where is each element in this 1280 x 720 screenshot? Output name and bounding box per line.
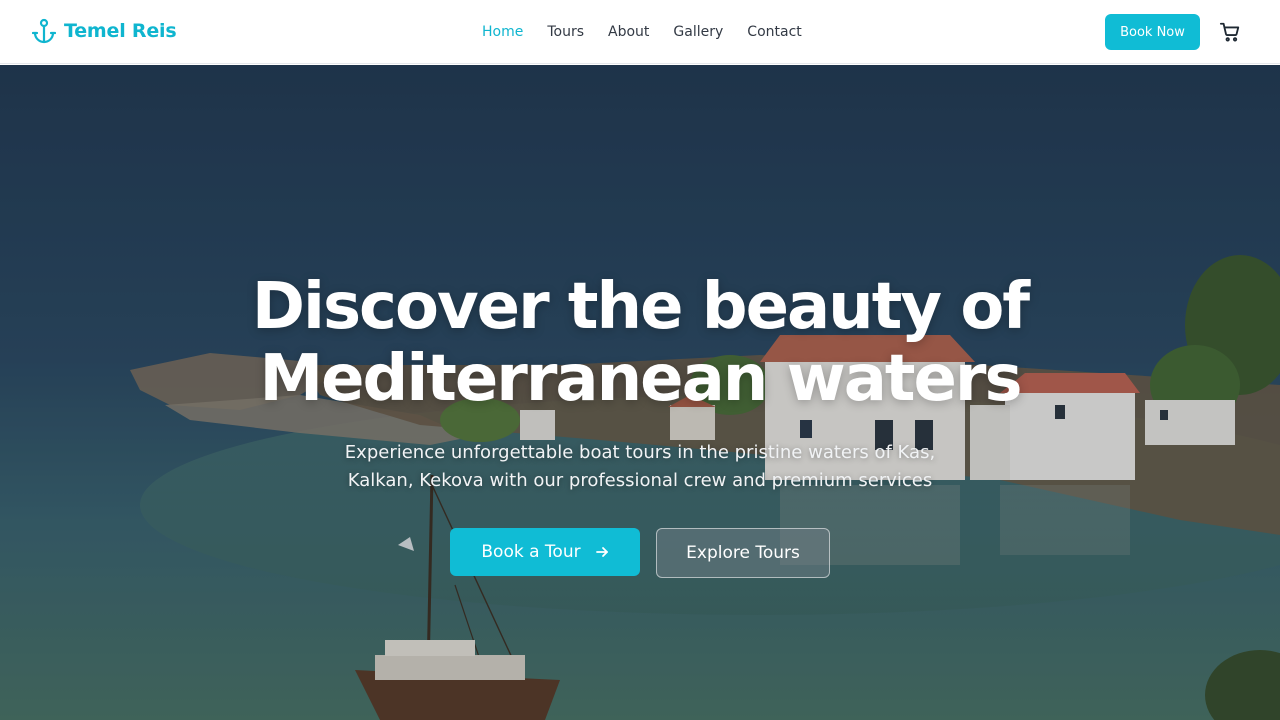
nav-gallery[interactable]: Gallery bbox=[673, 24, 723, 40]
book-a-tour-button[interactable]: Book a Tour bbox=[450, 528, 640, 576]
nav-home[interactable]: Home bbox=[482, 24, 523, 40]
arrow-right-icon bbox=[595, 545, 609, 559]
nav-about[interactable]: About bbox=[608, 24, 649, 40]
book-now-button[interactable]: Book Now bbox=[1105, 14, 1200, 50]
explore-tours-button[interactable]: Explore Tours bbox=[656, 528, 830, 578]
site-header: Temel Reis Home Tours About Gallery Cont… bbox=[0, 0, 1280, 64]
book-a-tour-label: Book a Tour bbox=[481, 542, 581, 562]
shopping-cart-icon[interactable] bbox=[1219, 21, 1241, 43]
nav-contact[interactable]: Contact bbox=[747, 24, 801, 40]
hero-title-line1: Discover the beauty of bbox=[251, 270, 1030, 344]
hero-section: Discover the beauty of Mediterranean wat… bbox=[0, 65, 1280, 720]
nav-tours[interactable]: Tours bbox=[547, 24, 584, 40]
hero-subtitle: Experience unforgettable boat tours in t… bbox=[344, 442, 936, 491]
main-nav: Home Tours About Gallery Contact bbox=[470, 0, 814, 64]
anchor-icon bbox=[32, 18, 56, 44]
hero-title: Discover the beauty of Mediterranean wat… bbox=[0, 271, 1280, 415]
hero-title-line2: Mediterranean waters bbox=[259, 342, 1022, 416]
brand-name: Temel Reis bbox=[64, 20, 177, 42]
brand-logo[interactable]: Temel Reis bbox=[32, 18, 177, 44]
